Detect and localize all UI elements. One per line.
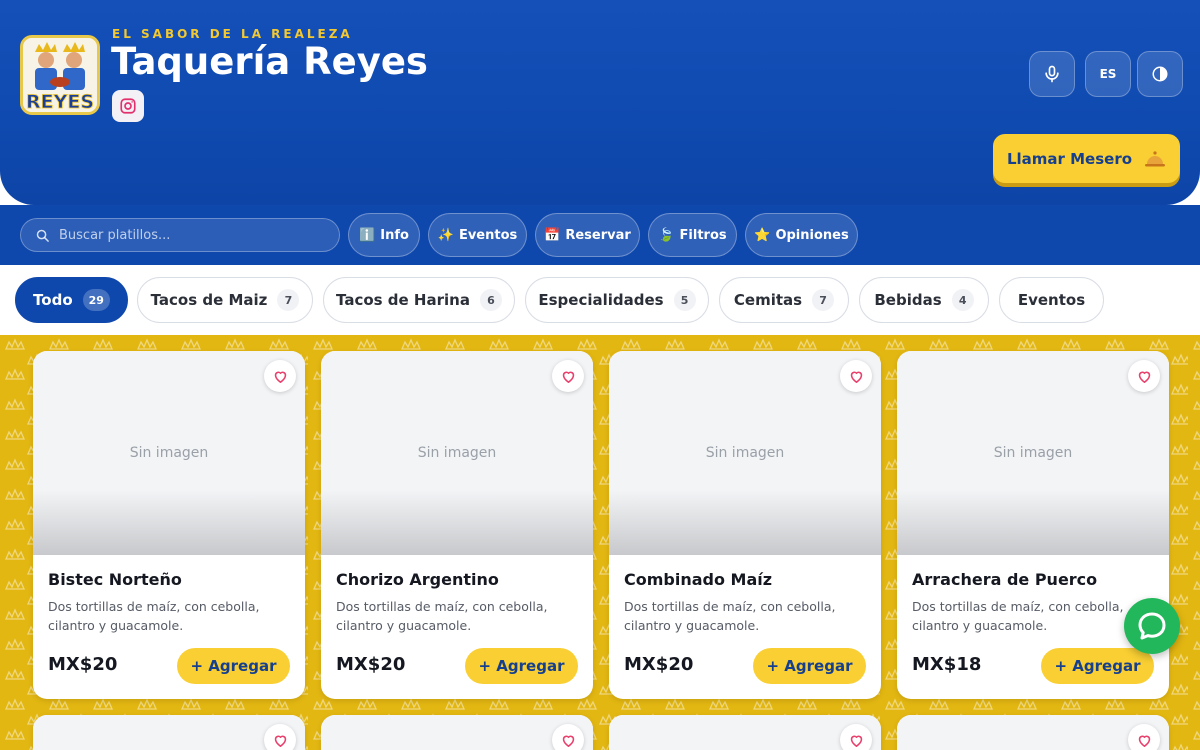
- product-description: Dos tortillas de maíz, con cebolla, cila…: [912, 599, 1124, 633]
- filters-label: Filtros: [679, 227, 727, 243]
- heart-icon: [274, 371, 286, 383]
- info-label: Info: [380, 227, 409, 243]
- add-to-cart-button[interactable]: + Agregar: [1041, 648, 1154, 684]
- tab-tacos-de-maiz[interactable]: Tacos de Maiz 7: [137, 277, 313, 323]
- info-button[interactable]: ℹ️ Info: [348, 213, 420, 257]
- add-to-cart-button[interactable]: + Agregar: [753, 648, 866, 684]
- tab-label: Tacos de Maiz: [150, 291, 268, 309]
- favorite-button[interactable]: [840, 360, 872, 392]
- favorite-button[interactable]: [552, 360, 584, 392]
- heart-icon: [562, 735, 574, 747]
- microphone-icon: [1045, 65, 1059, 83]
- product-card[interactable]: Sin imagen Bistec Norteño Dos tortillas …: [33, 351, 305, 699]
- tab-count: 4: [951, 289, 974, 311]
- product-card[interactable]: Sin imagen Arrachera de Puerco Dos torti…: [897, 351, 1169, 699]
- heart-icon: [562, 371, 574, 383]
- language-button[interactable]: ES: [1085, 51, 1131, 97]
- product-card[interactable]: [33, 715, 305, 750]
- product-grid: Sin imagen Bistec Norteño Dos tortillas …: [0, 335, 1200, 750]
- call-waiter-label: Llamar Mesero: [1006, 149, 1133, 168]
- product-name: Combinado Maíz: [624, 570, 773, 589]
- tab-label: Cemitas: [733, 291, 803, 309]
- leaf-icon: 🍃: [658, 227, 675, 243]
- product-price: MX$20: [336, 654, 406, 675]
- tab-label: Todo: [33, 291, 73, 309]
- tab-label: Bebidas: [874, 291, 942, 309]
- chat-bubble-icon: [1138, 612, 1166, 640]
- call-waiter-button[interactable]: Llamar Mesero: [993, 134, 1180, 183]
- star-icon: ⭐: [754, 227, 771, 243]
- events-button[interactable]: ✨ Eventos: [428, 213, 527, 257]
- favorite-button[interactable]: [264, 724, 296, 750]
- add-to-cart-button[interactable]: + Agregar: [177, 648, 290, 684]
- tab-eventos[interactable]: Eventos: [999, 277, 1104, 323]
- tab-count: 7: [812, 289, 835, 311]
- reviews-button[interactable]: ⭐ Opiniones: [745, 213, 858, 257]
- product-name: Chorizo Argentino: [336, 570, 499, 589]
- search-bar[interactable]: [20, 218, 340, 252]
- heart-icon: [850, 735, 862, 747]
- add-to-cart-button[interactable]: + Agregar: [465, 648, 578, 684]
- reviews-label: Opiniones: [775, 227, 849, 243]
- calendar-icon: 📅: [544, 227, 561, 243]
- product-card[interactable]: Sin imagen Combinado Maíz Dos tortillas …: [609, 351, 881, 699]
- svg-text:REYES: REYES: [26, 91, 94, 112]
- tab-label: Eventos: [1017, 291, 1086, 309]
- restaurant-logo: REYES: [20, 35, 100, 115]
- theme-toggle-button[interactable]: [1137, 51, 1183, 97]
- reserve-button[interactable]: 📅 Reservar: [535, 213, 640, 257]
- tab-label: Tacos de Harina: [336, 291, 470, 309]
- favorite-button[interactable]: [1128, 360, 1160, 392]
- instagram-icon: [120, 98, 136, 114]
- product-card[interactable]: Sin imagen Chorizo Argentino Dos tortill…: [321, 351, 593, 699]
- tagline: EL SABOR DE LA REALEZA: [112, 27, 353, 41]
- product-description: Dos tortillas de maíz, con cebolla, cila…: [336, 599, 548, 633]
- category-tabs: Todo 29 Tacos de Maiz 7 Tacos de Harina …: [0, 265, 1200, 335]
- heart-icon: [1138, 371, 1150, 383]
- favorite-button[interactable]: [552, 724, 584, 750]
- product-description: Dos tortillas de maíz, con cebolla, cila…: [624, 599, 836, 633]
- product-description: Dos tortillas de maíz, con cebolla, cila…: [48, 599, 260, 633]
- product-card[interactable]: [897, 715, 1169, 750]
- tab-bebidas[interactable]: Bebidas 4: [859, 277, 989, 323]
- product-name: Arrachera de Puerco: [912, 570, 1098, 589]
- tab-tacos-de-harina[interactable]: Tacos de Harina 6: [323, 277, 515, 323]
- tab-count: 29: [82, 289, 110, 311]
- instagram-button[interactable]: [112, 90, 144, 122]
- product-name: Bistec Norteño: [48, 570, 182, 589]
- tab-label: Especialidades: [538, 291, 664, 309]
- search-icon: [36, 229, 49, 242]
- header: REYES EL SABOR DE LA REALEZA Taquería Re…: [0, 0, 1200, 205]
- voice-search-button[interactable]: [1029, 51, 1075, 97]
- tab-count: 5: [673, 289, 696, 311]
- product-price: MX$18: [912, 654, 982, 675]
- product-card[interactable]: [609, 715, 881, 750]
- product-price: MX$20: [48, 654, 118, 675]
- sparkles-icon: ✨: [437, 227, 454, 243]
- heart-icon: [1138, 735, 1150, 747]
- filters-button[interactable]: 🍃 Filtros: [648, 213, 737, 257]
- restaurant-name: Taquería Reyes: [111, 40, 428, 83]
- tab-cemitas[interactable]: Cemitas 7: [719, 277, 849, 323]
- info-icon: ℹ️: [359, 227, 376, 243]
- tab-todo[interactable]: Todo 29: [15, 277, 128, 323]
- tab-count: 6: [479, 289, 502, 311]
- toolbar: ℹ️ Info ✨ Eventos 📅 Reservar 🍃 Filtros ⭐…: [0, 205, 1200, 265]
- chat-button[interactable]: [1124, 598, 1180, 654]
- reserve-label: Reservar: [565, 227, 631, 243]
- favorite-button[interactable]: [1128, 724, 1160, 750]
- favorite-button[interactable]: [264, 360, 296, 392]
- product-price: MX$20: [624, 654, 694, 675]
- tab-especialidades[interactable]: Especialidades 5: [525, 277, 709, 323]
- service-bell-icon: [1145, 150, 1166, 166]
- contrast-icon: [1152, 66, 1168, 82]
- tab-count: 7: [277, 289, 300, 311]
- heart-icon: [274, 735, 286, 747]
- events-label: Eventos: [458, 227, 518, 243]
- search-input[interactable]: [59, 227, 319, 243]
- heart-icon: [850, 371, 862, 383]
- favorite-button[interactable]: [840, 724, 872, 750]
- product-card[interactable]: [321, 715, 593, 750]
